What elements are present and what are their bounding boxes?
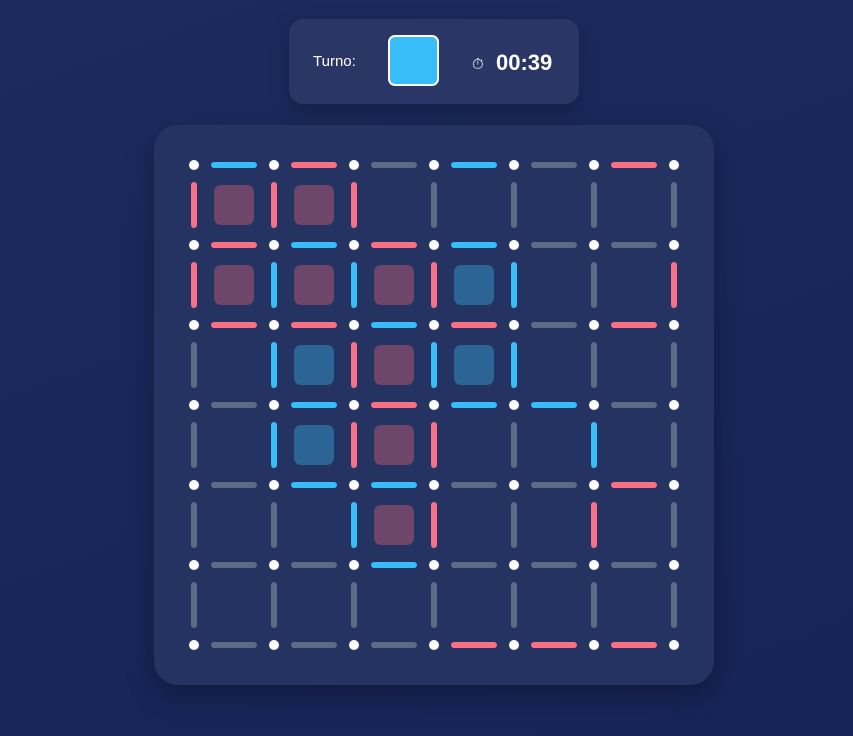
grid-dot: [269, 400, 279, 410]
grid-dot: [669, 400, 679, 410]
turn-label: Turno:: [313, 53, 356, 70]
grid-dot: [669, 160, 679, 170]
grid-dot: [509, 240, 519, 250]
box-red-r4-c2: [374, 505, 414, 545]
game-hud: Turno: ⏱ 00:39: [289, 19, 579, 104]
grid-dot: [189, 400, 199, 410]
grid-dot: [189, 160, 199, 170]
stopwatch-icon: ⏱: [472, 56, 484, 73]
board-grid: [189, 160, 679, 650]
grid-dot: [429, 160, 439, 170]
box-red-r1-c1: [294, 265, 334, 305]
grid-dot: [269, 240, 279, 250]
grid-dot: [349, 640, 359, 650]
box-red-r0-c0: [214, 185, 254, 225]
grid-dot: [189, 240, 199, 250]
box-red-r1-c2: [374, 265, 414, 305]
grid-dot: [269, 640, 279, 650]
grid-dot: [589, 400, 599, 410]
grid-dot: [349, 560, 359, 570]
grid-dot: [429, 560, 439, 570]
grid-dot: [669, 560, 679, 570]
grid-dot: [589, 240, 599, 250]
grid-dot: [589, 480, 599, 490]
grid-dot: [349, 480, 359, 490]
grid-dot: [349, 320, 359, 330]
grid-dot: [429, 240, 439, 250]
grid-dot: [429, 480, 439, 490]
grid-dot: [669, 240, 679, 250]
grid-dot: [269, 480, 279, 490]
grid-dot: [349, 400, 359, 410]
grid-dot: [429, 400, 439, 410]
grid-dot: [269, 560, 279, 570]
grid-dot: [669, 480, 679, 490]
box-red-r1-c0: [214, 265, 254, 305]
grid-dot: [669, 320, 679, 330]
timer-display: 00:39: [496, 50, 553, 75]
grid-dot: [509, 160, 519, 170]
box-blue-r2-c1: [294, 345, 334, 385]
grid-dot: [589, 560, 599, 570]
grid-dot: [189, 560, 199, 570]
box-blue-r3-c1: [294, 425, 334, 465]
box-blue-r1-c3: [454, 265, 494, 305]
box-red-r0-c1: [294, 185, 334, 225]
box-blue-r2-c3: [454, 345, 494, 385]
grid-dot: [269, 160, 279, 170]
grid-dot: [509, 480, 519, 490]
grid-dot: [189, 480, 199, 490]
grid-dot: [189, 320, 199, 330]
grid-dot: [669, 640, 679, 650]
grid-dot: [589, 160, 599, 170]
grid-dot: [589, 640, 599, 650]
game-board: [154, 125, 714, 685]
grid-dot: [509, 640, 519, 650]
box-red-r2-c2: [374, 345, 414, 385]
grid-dot: [269, 320, 279, 330]
grid-dot: [429, 640, 439, 650]
grid-dot: [509, 320, 519, 330]
grid-dot: [349, 160, 359, 170]
grid-dot: [189, 640, 199, 650]
grid-dot: [509, 400, 519, 410]
grid-dot: [429, 320, 439, 330]
grid-dot: [589, 320, 599, 330]
grid-dot: [509, 560, 519, 570]
box-red-r3-c2: [374, 425, 414, 465]
grid-dot: [349, 240, 359, 250]
current-turn-indicator: [388, 35, 439, 86]
